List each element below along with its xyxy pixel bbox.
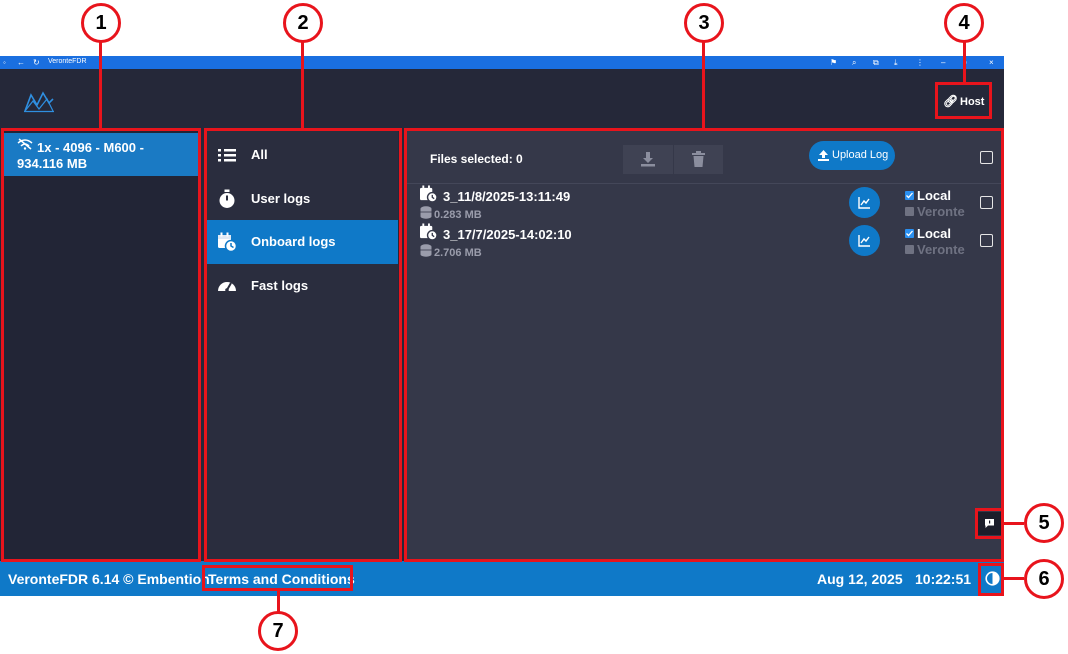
annotation-box-6 bbox=[978, 563, 1004, 596]
date-text: Aug 12, 2025 bbox=[817, 571, 903, 587]
annotation-box-2 bbox=[204, 128, 402, 562]
close-icon[interactable]: × bbox=[989, 57, 994, 68]
status-footer: VeronteFDR 6.14 © Embention Terms and Co… bbox=[0, 561, 1004, 596]
back-icon[interactable]: ← bbox=[17, 57, 25, 68]
leader-line-5 bbox=[1004, 522, 1024, 525]
translate-icon[interactable]: ⚑ bbox=[830, 57, 837, 68]
leader-line-2 bbox=[301, 41, 304, 129]
leader-line-3 bbox=[702, 41, 705, 129]
app-small-icon: ◦ bbox=[3, 58, 6, 67]
callout-1: 1 bbox=[81, 3, 121, 43]
callout-7: 7 bbox=[258, 611, 298, 651]
zoom-icon[interactable]: ⌕ bbox=[852, 57, 856, 68]
leader-line-4 bbox=[963, 41, 966, 83]
annotation-box-1 bbox=[1, 128, 201, 562]
callout-5: 5 bbox=[1024, 503, 1064, 543]
leader-line-7 bbox=[277, 590, 280, 612]
window-titlebar: ◦ ← ↻ VeronteFDR ⚑ ⌕ ⧉ ⤓ ⋮ – ▫ × bbox=[0, 56, 1004, 69]
callout-2: 2 bbox=[283, 3, 323, 43]
annotation-box-5 bbox=[975, 508, 1004, 539]
veronte-logo-icon bbox=[24, 91, 54, 113]
download-icon[interactable]: ⤓ bbox=[894, 57, 898, 68]
callout-4: 4 bbox=[944, 3, 984, 43]
annotation-box-7 bbox=[202, 565, 353, 591]
annotation-box-4 bbox=[935, 82, 992, 119]
leader-line-6 bbox=[1004, 577, 1024, 580]
callout-3: 3 bbox=[684, 3, 724, 43]
time-text: 10:22:51 bbox=[915, 571, 972, 587]
annotation-box-3 bbox=[404, 128, 1004, 562]
refresh-icon[interactable]: ↻ bbox=[33, 57, 40, 68]
extensions-icon[interactable]: ⧉ bbox=[873, 57, 879, 68]
more-icon[interactable]: ⋮ bbox=[916, 57, 924, 68]
window-title: VeronteFDR bbox=[48, 58, 87, 65]
version-text: VeronteFDR 6.14 © Embention bbox=[8, 571, 210, 587]
callout-6: 6 bbox=[1024, 559, 1064, 599]
app-header bbox=[0, 69, 1004, 128]
leader-line-1 bbox=[99, 41, 102, 129]
minimize-icon[interactable]: – bbox=[941, 57, 945, 68]
